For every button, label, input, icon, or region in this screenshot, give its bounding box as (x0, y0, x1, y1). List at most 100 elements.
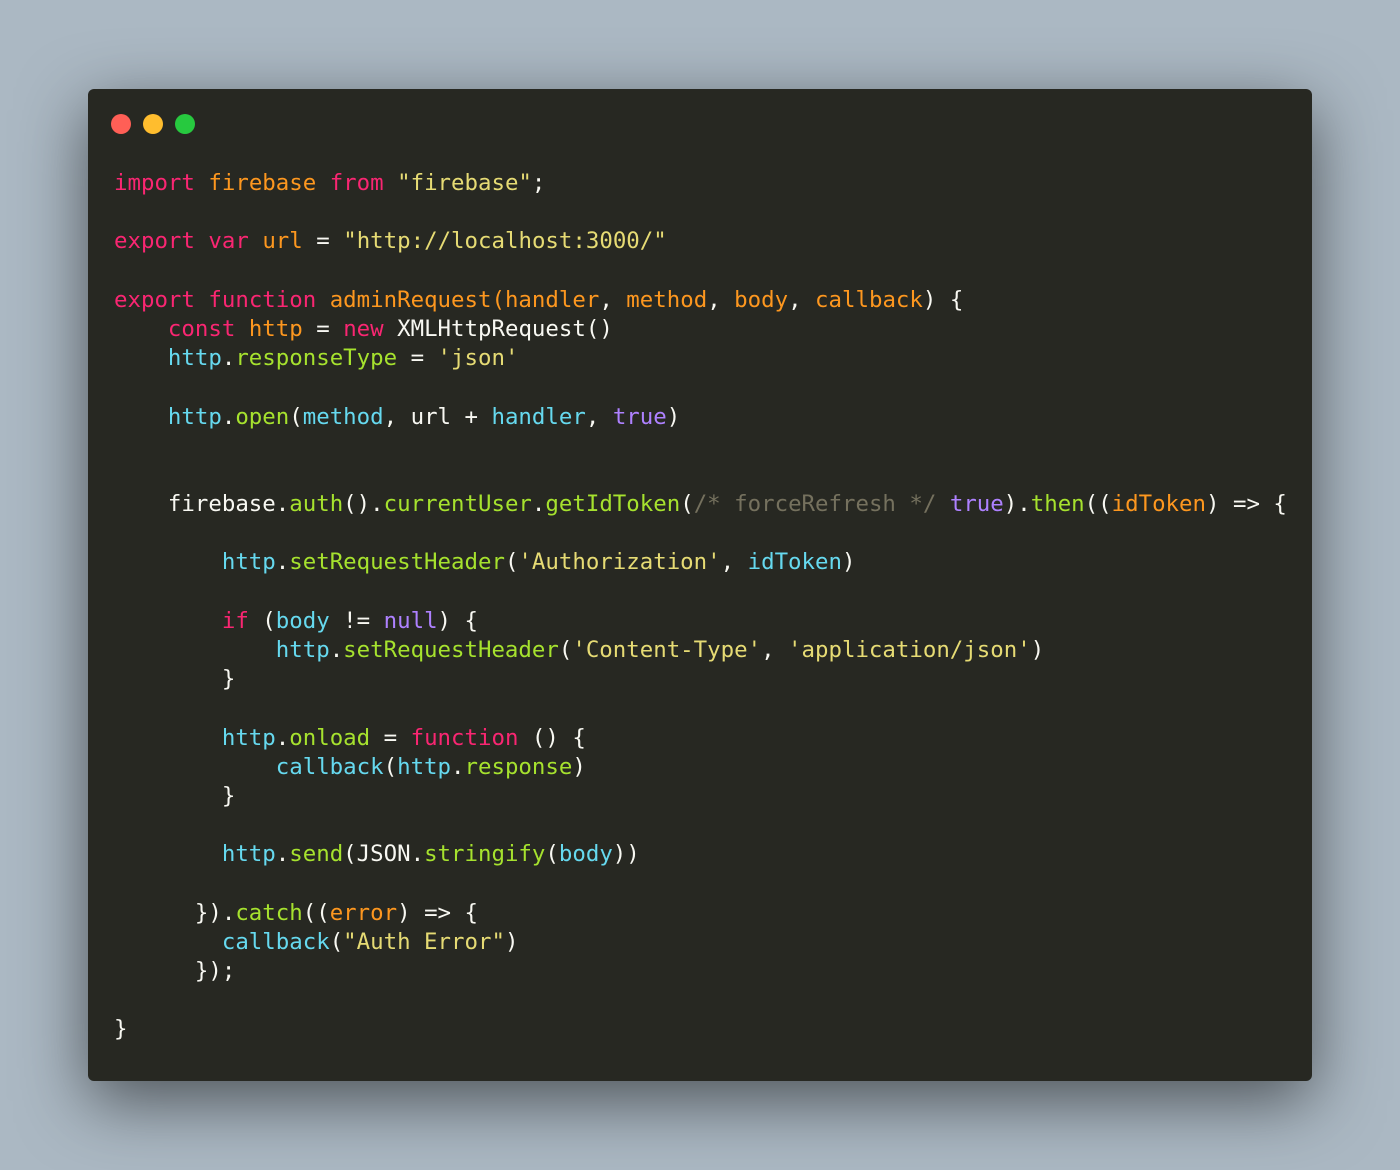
code-token-var: handler (504, 286, 600, 313)
code-token-kw: export (114, 228, 195, 255)
code-token-str: 'Content-Type' (572, 637, 762, 663)
code-token-pl: , (761, 637, 789, 663)
close-button[interactable] (111, 114, 131, 134)
code-token-pl: ; (531, 170, 546, 196)
code-line: firebase.auth().currentUser.getIdToken(/… (114, 490, 1287, 519)
code-token-pl: . (275, 724, 290, 751)
code-token-pl: = (302, 315, 344, 342)
code-token-obj: idToken (747, 549, 842, 576)
code-token-pl: = (397, 345, 438, 372)
code-token-pl: . (275, 549, 290, 576)
code-token-pl: = (370, 724, 411, 751)
code-token-str: 'Authorization' (518, 549, 721, 576)
code-token-var: method (626, 286, 708, 313)
code-token-pl: (( (1084, 491, 1112, 518)
code-line: callback(http.response) (114, 753, 1287, 782)
minimize-button[interactable] (143, 114, 163, 134)
code-line: http.responseType = 'json' (114, 344, 1287, 373)
code-line: } (114, 665, 1287, 694)
code-token-var: firebase (208, 170, 317, 196)
code-token-bool: null (383, 607, 438, 634)
code-token-obj: http (221, 724, 276, 751)
code-token-pl: , (599, 286, 627, 313)
code-token-str: "http://localhost:3000/" (343, 228, 667, 255)
code-token-bool: true (612, 403, 667, 430)
code-token-kw: export (114, 286, 195, 313)
code-token-pl: ) (504, 928, 519, 955)
code-token-pl: != (329, 607, 384, 634)
code-token-pl: () { (518, 724, 586, 751)
code-token-pl: ( (248, 607, 276, 634)
code-token-pl: } (114, 1016, 128, 1043)
code-line: export var url = "http://localhost:3000/… (114, 227, 1287, 256)
code-token-pl: ) => { (397, 899, 478, 926)
code-token-fn: catch (235, 899, 303, 926)
code-token-pl: (). (343, 491, 384, 518)
code-token-obj: body (558, 841, 613, 868)
code-line: }); (114, 957, 1287, 986)
code-token-obj: http (221, 841, 276, 868)
code-token-fn: getIdToken (545, 491, 681, 518)
code-token-pl: (JSON. (343, 841, 425, 868)
code-token-obj: callback (275, 753, 384, 780)
code-token-kw: from (329, 170, 384, 196)
code-token-pl: ( (383, 753, 398, 780)
code-line: http.setRequestHeader('Content-Type', 'a… (114, 636, 1287, 665)
code-token-pl: firebase. (114, 491, 290, 518)
code-token-obj: http (221, 549, 276, 576)
code-token-pl: . (531, 491, 546, 518)
code-line: callback("Auth Error") (114, 928, 1287, 957)
code-token-kw: var (208, 228, 249, 255)
code-token-var: idToken (1111, 491, 1206, 518)
code-token-pl: = (302, 228, 344, 255)
maximize-button[interactable] (175, 114, 195, 134)
code-window: import firebase from "firebase"; export v… (88, 89, 1312, 1081)
code-token-var: body (734, 286, 789, 313)
code-token-pl: ). (1003, 491, 1031, 518)
code-token-fn: response (464, 753, 573, 780)
code-token-obj: http (167, 403, 222, 430)
code-line: http.open(method, url + handler, true) (114, 403, 1287, 432)
code-token-pl: , (585, 403, 613, 430)
code-token-fn: setRequestHeader (343, 637, 559, 663)
code-token-pl: ) => { (1206, 491, 1287, 518)
code-token-var: http (248, 315, 303, 342)
code-token-var: callback (815, 286, 923, 313)
code-token-pl: ) { (922, 286, 964, 313)
code-token-str: 'json' (437, 345, 519, 372)
code-block: import firebase from "firebase"; export v… (114, 169, 1287, 1045)
code-token-obj: http (275, 637, 330, 663)
code-token-pl: ( (329, 928, 344, 955)
code-token-pl: ( (504, 549, 519, 576)
code-line: import firebase from "firebase"; (114, 169, 1287, 198)
code-token-pl: . (221, 345, 236, 372)
code-token-var: error (329, 899, 398, 926)
code-token-str: "Auth Error" (343, 928, 505, 955)
code-token-fn: then (1030, 491, 1085, 518)
code-token-fn: onload (289, 724, 371, 751)
code-token-str: "firebase" (397, 170, 532, 196)
code-token-pl: . (221, 403, 236, 430)
code-token-bool: true (949, 491, 1004, 518)
code-token-pl: ( (558, 637, 573, 663)
